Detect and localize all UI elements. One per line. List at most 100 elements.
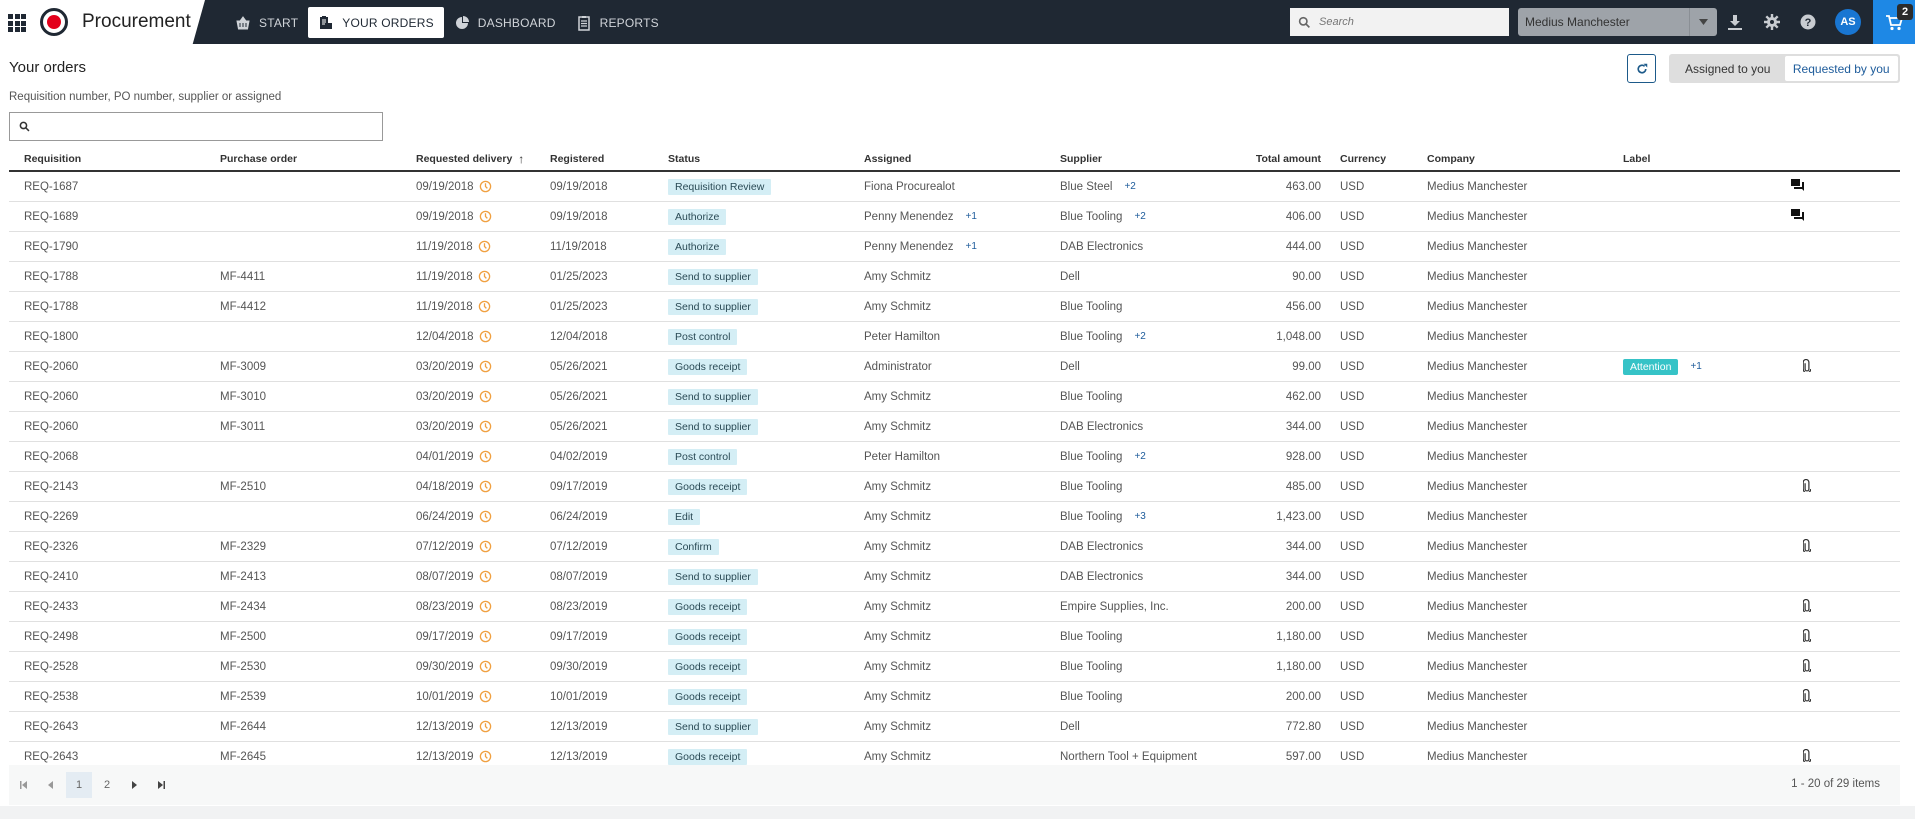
table-row[interactable]: REQ-2528 MF-2530 09/30/2019 09/30/2019 Goods… [9, 652, 1900, 682]
col-supplier[interactable]: Supplier [1045, 153, 1205, 165]
cell-total-amount: 200.00 [1285, 690, 1321, 703]
table-row[interactable]: REQ-2269 06/24/2019 06/24/2019 Edit Amy Schm… [9, 502, 1900, 532]
cell-requisition[interactable]: REQ-1788 [9, 271, 205, 283]
page-button-2[interactable]: 2 [95, 772, 119, 798]
global-search[interactable] [1290, 8, 1509, 36]
attachment-icon[interactable] [1802, 358, 1812, 375]
supplier-more-link[interactable]: +2 [1134, 211, 1145, 222]
page-button-1[interactable]: 1 [66, 772, 92, 798]
comments-icon[interactable] [1790, 209, 1804, 224]
nav-reports[interactable]: REPORTS [566, 7, 669, 38]
col-status[interactable]: Status [653, 153, 849, 165]
cell-requisition[interactable]: REQ-2410 [9, 571, 205, 583]
supplier-more-link[interactable]: +2 [1134, 331, 1145, 342]
cell-requisition[interactable]: REQ-1790 [9, 241, 205, 253]
table-row[interactable]: REQ-2410 MF-2413 08/07/2019 08/07/2019 Send … [9, 562, 1900, 592]
attachment-icon[interactable] [1802, 628, 1812, 645]
cell-requisition[interactable]: REQ-2068 [9, 451, 205, 463]
attachment-icon[interactable] [1802, 478, 1812, 495]
table-row[interactable]: REQ-1800 12/04/2018 12/04/2018 Post control… [9, 322, 1900, 352]
cell-requisition[interactable]: REQ-2528 [9, 661, 205, 673]
table-row[interactable]: REQ-1788 MF-4412 11/19/2018 01/25/2023 Send … [9, 292, 1900, 322]
attachment-icon[interactable] [1802, 658, 1812, 675]
cell-requisition[interactable]: REQ-2143 [9, 481, 205, 493]
prev-page-button[interactable] [39, 772, 63, 798]
cell-assigned: Amy Schmitz [849, 661, 1045, 673]
cell-currency: USD [1340, 450, 1365, 463]
attachment-icon[interactable] [1802, 598, 1812, 615]
company-select[interactable]: Medius Manchester [1518, 8, 1717, 36]
last-page-button[interactable] [149, 772, 173, 798]
cell-requisition[interactable]: REQ-2433 [9, 601, 205, 613]
cell-requisition[interactable]: REQ-2643 [9, 721, 205, 733]
nav-your-orders[interactable]: YOUR ORDERS [308, 7, 444, 38]
table-row[interactable]: REQ-1687 09/19/2018 09/19/2018 Requisition … [9, 172, 1900, 202]
download-icon[interactable] [1725, 12, 1745, 32]
supplier-more-link[interactable]: +2 [1134, 451, 1145, 462]
col-total-amount[interactable]: Total amount [1205, 153, 1325, 165]
col-registered[interactable]: Registered [535, 153, 653, 165]
col-company[interactable]: Company [1412, 153, 1608, 165]
nav-dashboard[interactable]: DASHBOARD [444, 7, 566, 38]
comments-icon[interactable] [1790, 179, 1804, 194]
cell-requisition[interactable]: REQ-2326 [9, 541, 205, 553]
cell-requisition[interactable]: REQ-2060 [9, 361, 205, 373]
col-label[interactable]: Label [1608, 153, 1778, 165]
cell-total-amount: 462.00 [1285, 390, 1321, 403]
help-icon[interactable]: ? [1798, 12, 1818, 32]
cell-requisition[interactable]: REQ-2060 [9, 391, 205, 403]
table-row[interactable]: REQ-2433 MF-2434 08/23/2019 08/23/2019 Goods… [9, 592, 1900, 622]
table-row[interactable]: REQ-2143 MF-2510 04/18/2019 09/17/2019 Goods… [9, 472, 1900, 502]
next-page-button[interactable] [122, 772, 146, 798]
toggle-assigned-to-you[interactable]: Assigned to you [1671, 56, 1785, 81]
toggle-requested-by-you[interactable]: Requested by you [1784, 56, 1898, 81]
cell-company: Medius Manchester [1427, 690, 1528, 703]
cell-requisition[interactable]: REQ-2498 [9, 631, 205, 643]
cell-assigned: Amy Schmitz [849, 481, 1045, 493]
cell-requisition[interactable]: REQ-1788 [9, 301, 205, 313]
cell-requisition[interactable]: REQ-1689 [9, 211, 205, 223]
global-search-input[interactable] [1319, 16, 1499, 28]
user-avatar[interactable]: AS [1835, 9, 1861, 35]
table-row[interactable]: REQ-2643 MF-2644 12/13/2019 12/13/2019 Send … [9, 712, 1900, 742]
table-row[interactable]: REQ-1790 11/19/2018 11/19/2018 Authorize Pen… [9, 232, 1900, 262]
col-assigned[interactable]: Assigned [849, 153, 1045, 165]
cell-requisition[interactable]: REQ-2538 [9, 691, 205, 703]
filter-search[interactable] [9, 112, 383, 141]
table-row[interactable]: REQ-2326 MF-2329 07/12/2019 07/12/2019 Confi… [9, 532, 1900, 562]
table-row[interactable]: REQ-2498 MF-2500 09/17/2019 09/17/2019 Goods… [9, 622, 1900, 652]
filter-search-input[interactable] [38, 119, 378, 134]
table-row[interactable]: REQ-1788 MF-4411 11/19/2018 01/25/2023 Send … [9, 262, 1900, 292]
attachment-icon[interactable] [1802, 538, 1812, 555]
cell-requisition[interactable]: REQ-2643 [9, 751, 205, 763]
delivery-date: 04/01/2019 [416, 450, 474, 463]
attachment-icon[interactable] [1802, 688, 1812, 705]
table-row[interactable]: REQ-1689 09/19/2018 09/19/2018 Authorize Pen… [9, 202, 1900, 232]
label-more-link[interactable]: +1 [1690, 361, 1701, 372]
attachment-icon[interactable] [1802, 748, 1812, 765]
table-row[interactable]: REQ-2538 MF-2539 10/01/2019 10/01/2019 Goods… [9, 682, 1900, 712]
cell-requisition[interactable]: REQ-2269 [9, 511, 205, 523]
col-purchase-order[interactable]: Purchase order [205, 153, 401, 165]
refresh-button[interactable] [1627, 54, 1656, 83]
assigned-more-link[interactable]: +1 [966, 241, 977, 252]
supplier-more-link[interactable]: +3 [1134, 511, 1145, 522]
app-launcher-icon[interactable] [8, 14, 26, 32]
cell-requisition[interactable]: REQ-2060 [9, 421, 205, 433]
cell-requisition[interactable]: REQ-1687 [9, 181, 205, 193]
col-currency[interactable]: Currency [1325, 153, 1412, 165]
assigned-more-link[interactable]: +1 [966, 211, 977, 222]
supplier-more-link[interactable]: +2 [1124, 181, 1135, 192]
col-requisition[interactable]: Requisition [9, 153, 205, 165]
table-row[interactable]: REQ-2060 MF-3010 03/20/2019 05/26/2021 Send … [9, 382, 1900, 412]
table-row[interactable]: REQ-2060 MF-3009 03/20/2019 05/26/2021 Goods… [9, 352, 1900, 382]
cell-requested-delivery: 03/20/2019 [401, 360, 535, 373]
nav-start[interactable]: START [225, 7, 308, 38]
gear-icon[interactable] [1762, 12, 1782, 32]
first-page-button[interactable] [12, 772, 36, 798]
col-requested-delivery[interactable]: Requested delivery ↑ [401, 152, 535, 166]
cell-requisition[interactable]: REQ-1800 [9, 331, 205, 343]
table-row[interactable]: REQ-2068 04/01/2019 04/02/2019 Post control… [9, 442, 1900, 472]
cart-button[interactable]: 2 [1873, 0, 1915, 44]
table-row[interactable]: REQ-2060 MF-3011 03/20/2019 05/26/2021 Send … [9, 412, 1900, 442]
